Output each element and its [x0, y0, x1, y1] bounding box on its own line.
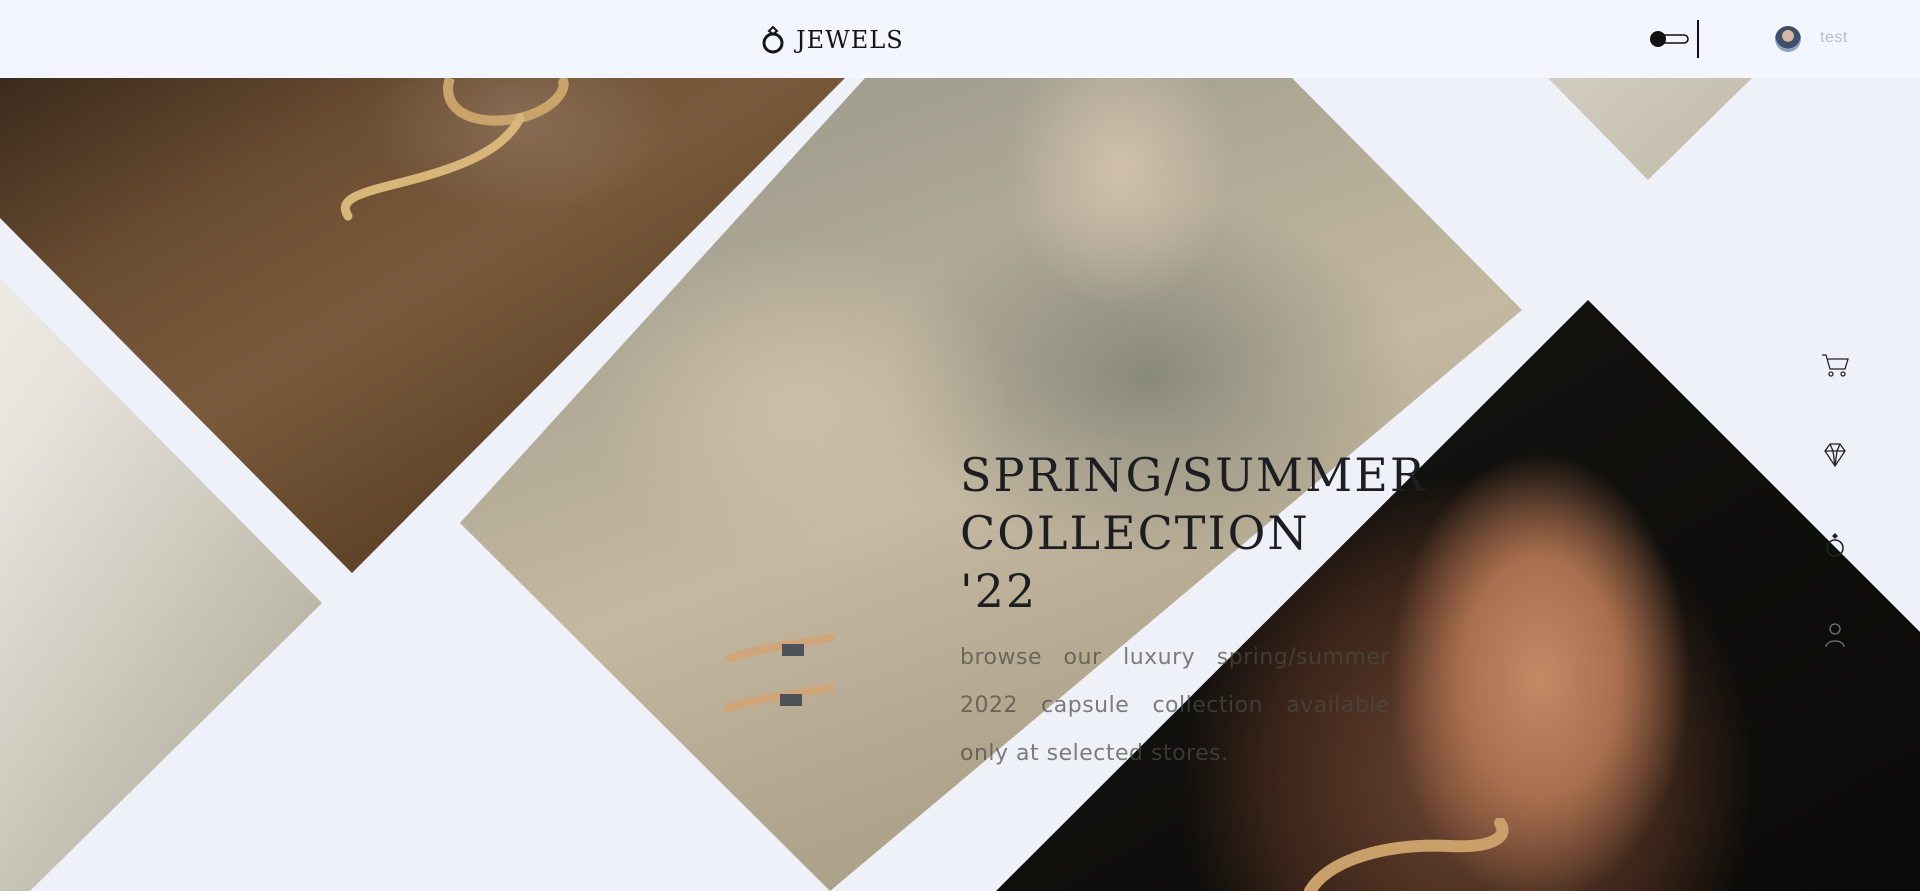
- cart-icon[interactable]: [1815, 345, 1855, 385]
- hero-title: SPRING/SUMMER COLLECTION '22: [960, 446, 1424, 620]
- diamond-icon[interactable]: [1815, 435, 1855, 475]
- username-label[interactable]: test: [1820, 29, 1848, 47]
- brand-logo[interactable]: JEWELS: [760, 22, 904, 58]
- hero-description: browse our luxury spring/summer 2022 cap…: [960, 645, 1390, 766]
- ring-logo-icon: [762, 25, 784, 54]
- header-divider: [1697, 20, 1699, 58]
- hero-title-line-2: COLLECTION '22: [960, 506, 1310, 618]
- hero-text-block: SPRING/SUMMER COLLECTION '22 browse our …: [960, 446, 1424, 778]
- user-icon[interactable]: [1815, 615, 1855, 655]
- theme-toggle[interactable]: [1648, 29, 1690, 49]
- brand-name: JEWELS: [796, 26, 904, 54]
- top-header: JEWELS test: [0, 0, 1920, 78]
- ring-icon[interactable]: [1815, 525, 1855, 565]
- avatar[interactable]: [1775, 26, 1801, 52]
- hero-title-line-1: SPRING/SUMMER: [960, 448, 1427, 502]
